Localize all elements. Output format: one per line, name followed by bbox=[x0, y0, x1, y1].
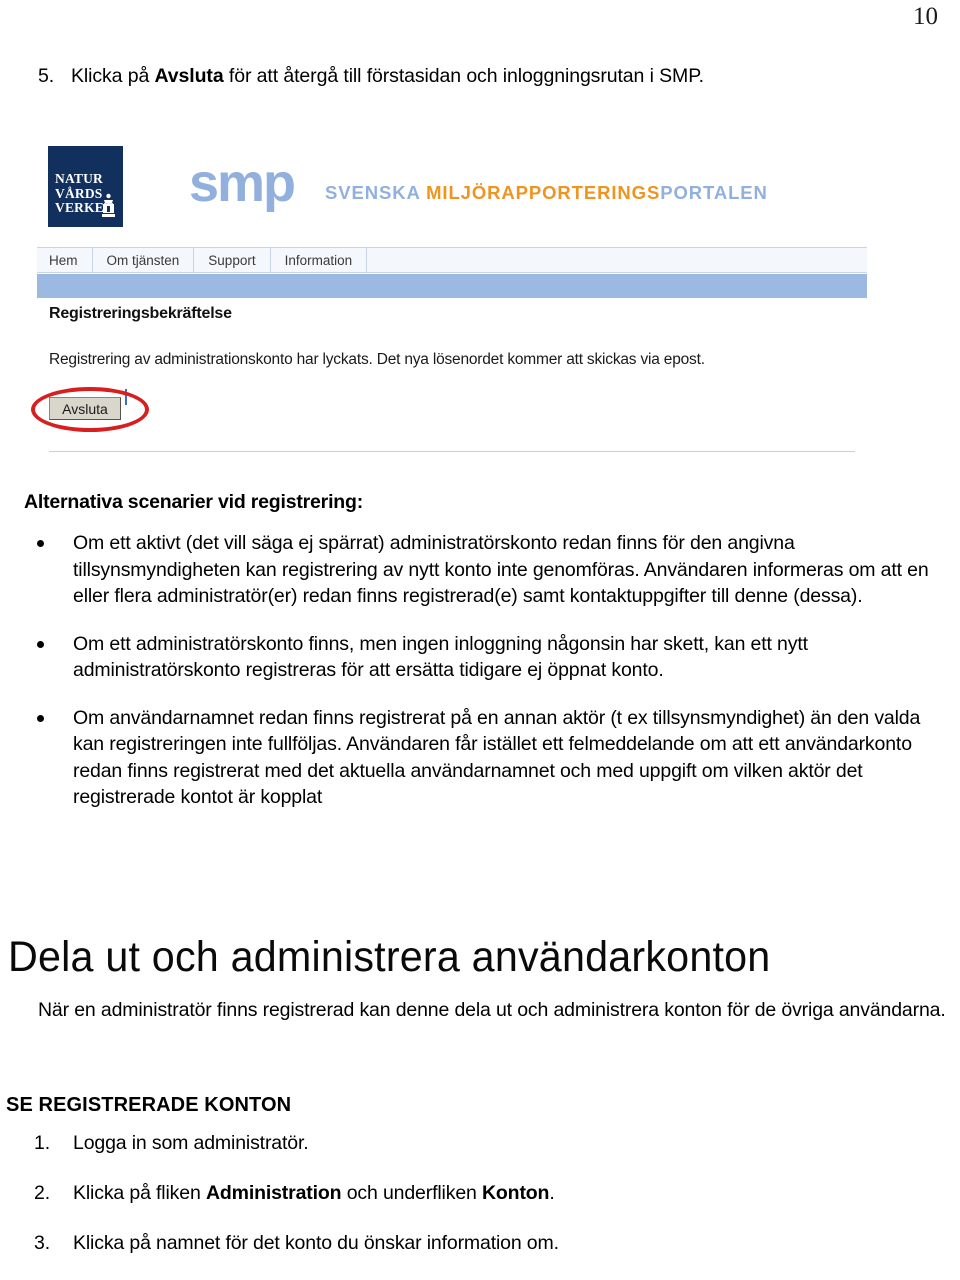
smp-wordmark: smp bbox=[189, 153, 296, 213]
alternatives-heading: Alternativa scenarier vid registrering: bbox=[24, 491, 364, 513]
subsection-heading: SE REGISTRERADE KONTON bbox=[6, 1094, 292, 1116]
step-bold-term: Administration bbox=[205, 1182, 342, 1204]
nav-item-om-tjansten[interactable]: Om tjänsten bbox=[93, 248, 195, 272]
smp-nav-bar: Hem Om tjänsten Support Information bbox=[37, 247, 867, 273]
embedded-smp-screenshot: NATUR VÅRDS VERKET smp SVENSKA MILJÖRAPP… bbox=[31, 137, 867, 459]
instruction-step-5: 5. Klicka på Avsluta för att återgå till … bbox=[38, 63, 938, 89]
section-display-heading: Dela ut och administrera användarkonton bbox=[8, 933, 771, 981]
step-number: 3. bbox=[34, 1232, 50, 1254]
step-text-after: för att återgå till förstasidan och inlo… bbox=[223, 65, 704, 87]
list-item: 1. Logga in som administratör. bbox=[24, 1130, 940, 1156]
confirmation-heading: Registreringsbekräftelse bbox=[49, 305, 232, 322]
tagline-part-miljorapporterings: MILJÖRAPPORTERINGS bbox=[426, 182, 661, 203]
step-text-before: Klicka på fliken bbox=[73, 1182, 206, 1204]
step-bold-term-2: Konton bbox=[481, 1182, 550, 1204]
step-number: 2. bbox=[34, 1182, 50, 1204]
numbered-step-list: 1. Logga in som administratör. 2. Klicka p… bbox=[24, 1130, 940, 1280]
nav-item-hem[interactable]: Hem bbox=[37, 248, 93, 272]
step-text-before: Klicka på namnet för det konto du önskar… bbox=[73, 1232, 559, 1254]
step-text-middle: och underfliken bbox=[341, 1182, 482, 1204]
list-item: Om ett administratörskonto finns, men in… bbox=[24, 631, 940, 684]
list-item: 3. Klicka på namnet för det konto du önsk… bbox=[24, 1230, 940, 1256]
step-text-before: Klicka på bbox=[71, 65, 155, 87]
tagline-part-portalen: PORTALEN bbox=[660, 182, 768, 203]
section-intro-paragraph: När en administratör finns registrerad k… bbox=[38, 999, 946, 1021]
document-page: 10 5. Klicka på Avsluta för att återgå ti… bbox=[0, 0, 960, 1279]
logo-line-1: NATUR bbox=[55, 171, 103, 186]
crown-emblem-icon bbox=[102, 193, 115, 217]
step-text-before: Logga in som administratör. bbox=[73, 1132, 309, 1154]
content-divider bbox=[49, 451, 855, 452]
page-number: 10 bbox=[913, 3, 938, 30]
smp-tagline: SVENSKA MILJÖRAPPORTERINGSPORTALEN bbox=[325, 183, 768, 203]
alternatives-bullet-list: Om ett aktivt (det vill säga ej spärrat)… bbox=[24, 530, 940, 832]
step-bold-term: Avsluta bbox=[154, 65, 224, 87]
smp-subnav-bar bbox=[37, 274, 867, 298]
confirmation-message: Registrering av administrationskonto har… bbox=[49, 351, 705, 368]
nav-item-support[interactable]: Support bbox=[194, 248, 271, 272]
step-number: 1. bbox=[34, 1132, 50, 1154]
nav-item-information[interactable]: Information bbox=[271, 248, 368, 272]
list-item: 2. Klicka på fliken Administration och un… bbox=[24, 1180, 940, 1206]
step-text-after: . bbox=[549, 1182, 555, 1204]
step-number: 5. bbox=[38, 65, 55, 87]
smp-banner: NATUR VÅRDS VERKET smp SVENSKA MILJÖRAPP… bbox=[37, 137, 867, 237]
list-item: Om ett aktivt (det vill säga ej spärrat)… bbox=[24, 530, 940, 610]
list-item: Om användarnamnet redan finns registrera… bbox=[24, 705, 940, 811]
red-ellipse-annotation-icon bbox=[31, 387, 149, 432]
naturvardsverket-logo: NATUR VÅRDS VERKET bbox=[48, 146, 123, 227]
tagline-part-svenska: SVENSKA bbox=[325, 182, 427, 203]
